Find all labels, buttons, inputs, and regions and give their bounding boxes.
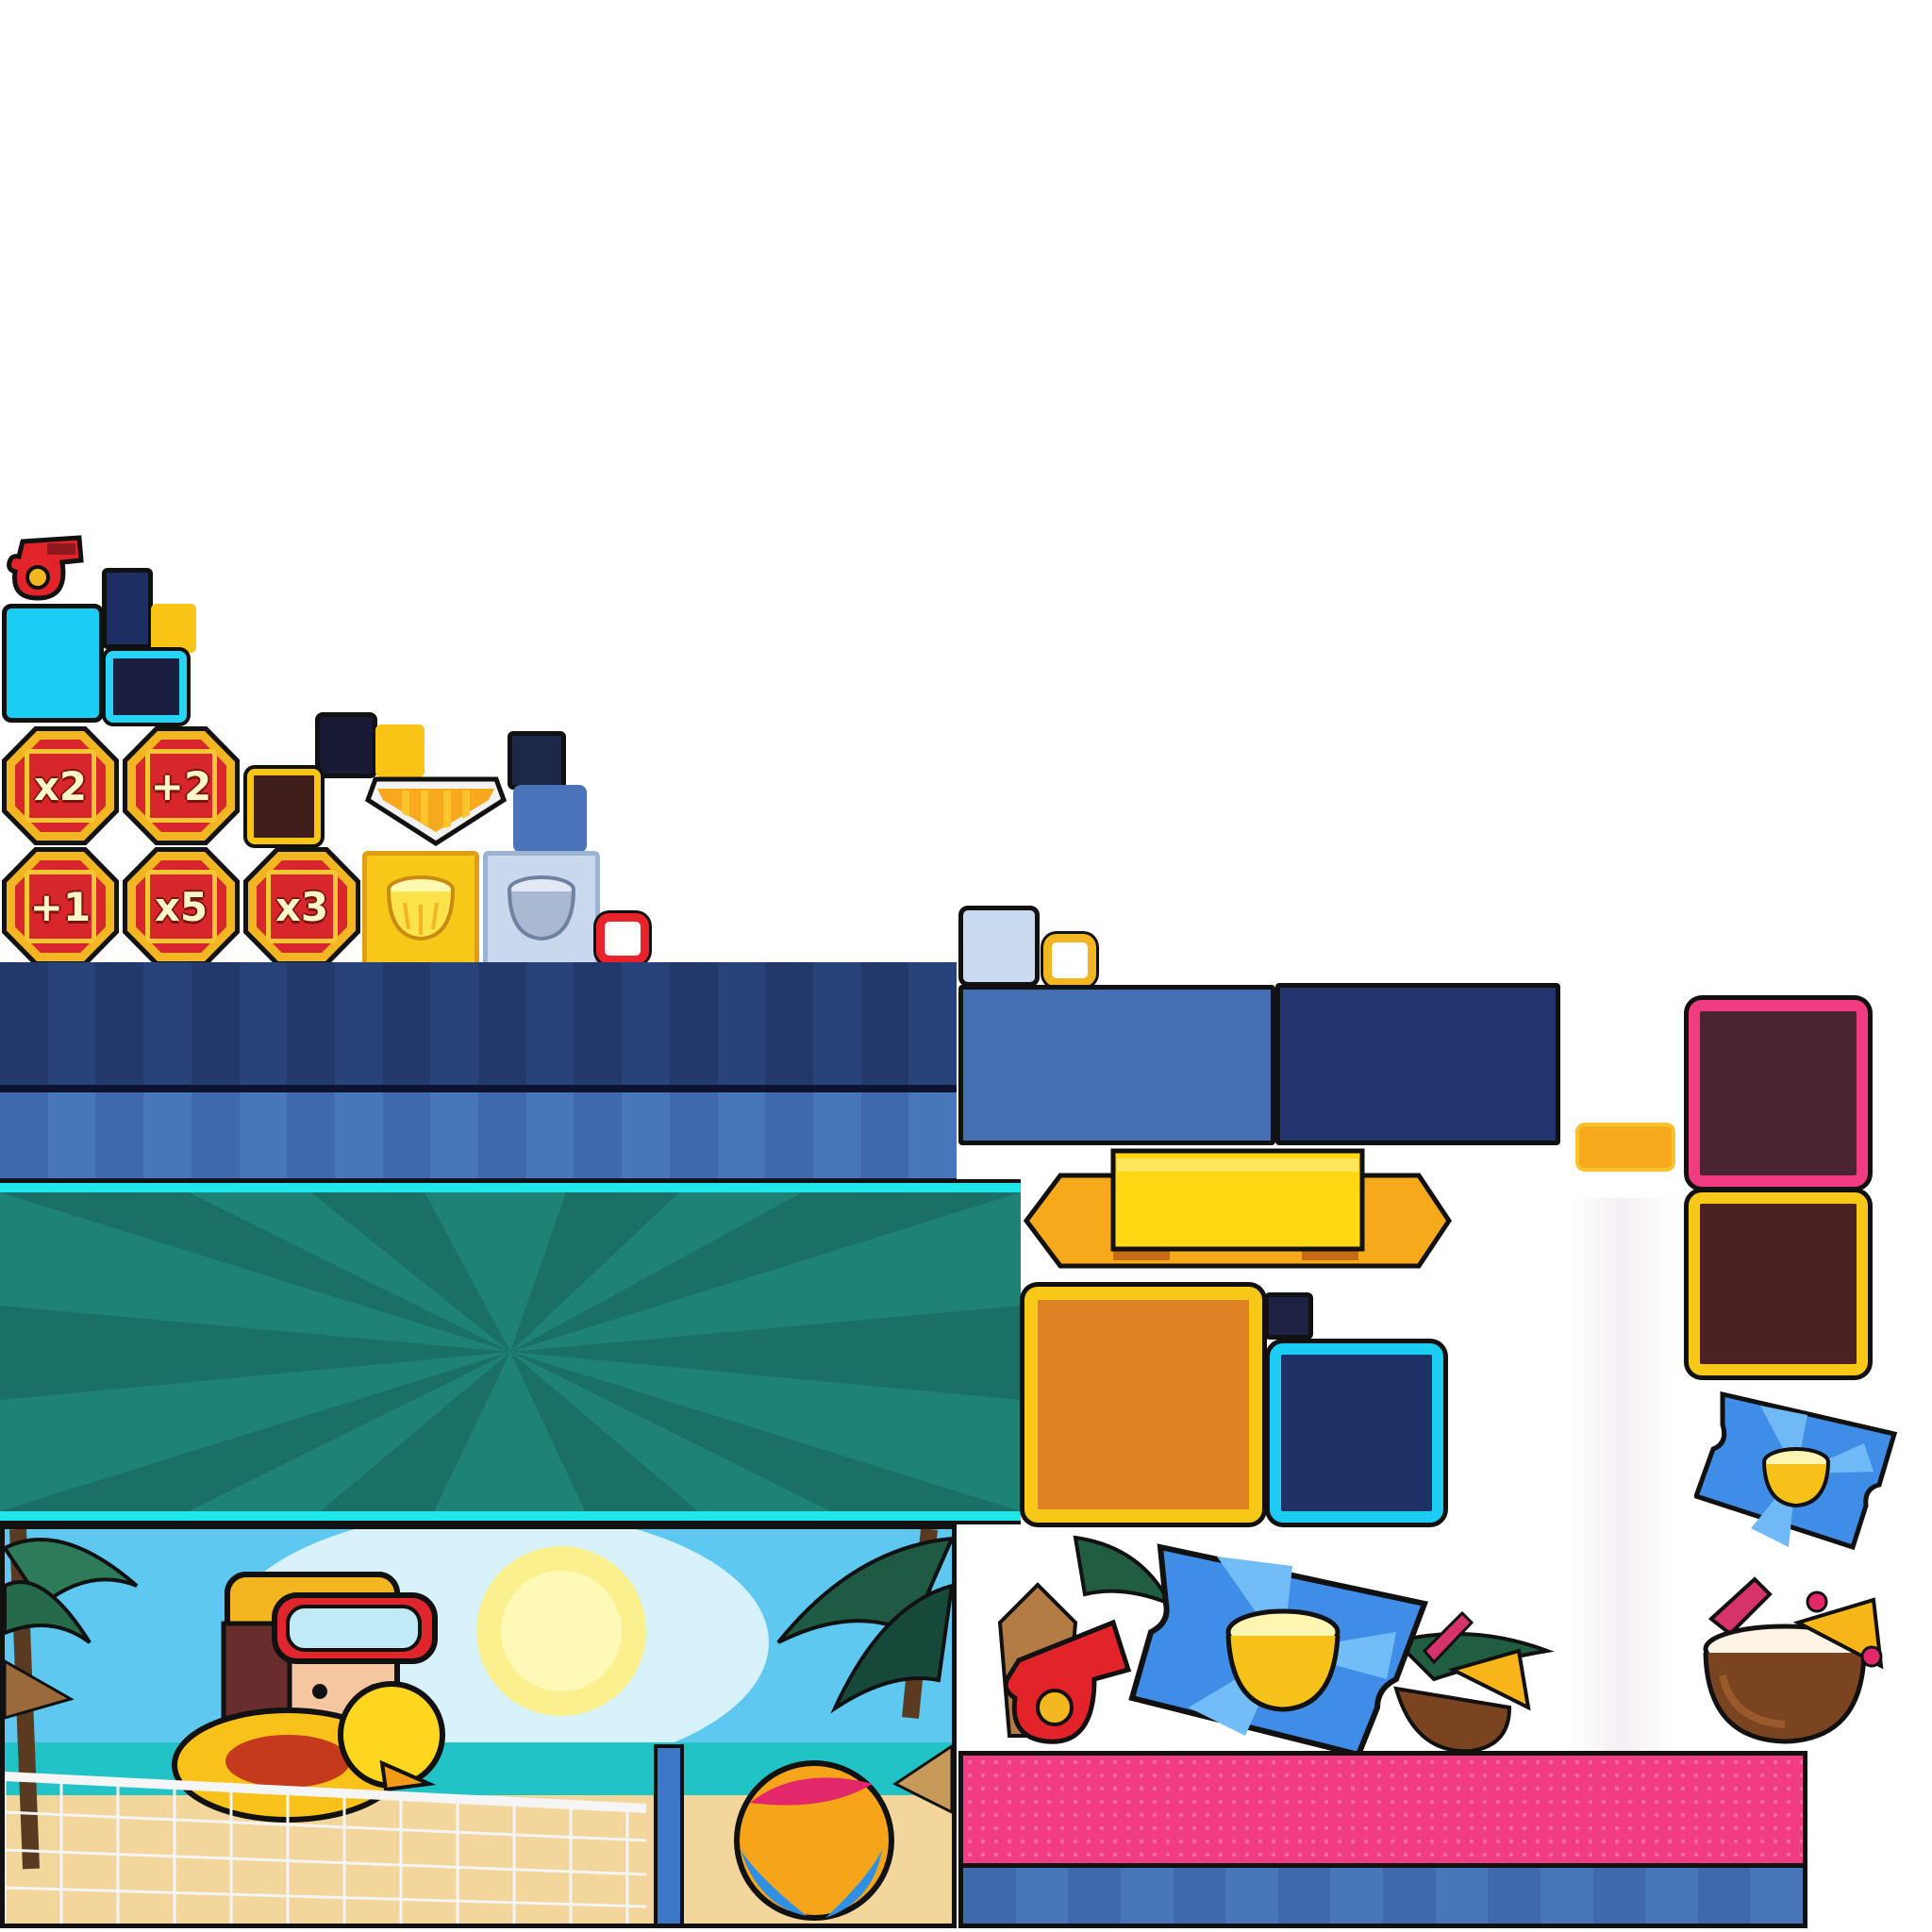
gold-ribbon-banner: [1023, 1147, 1453, 1270]
multiplier-label: +2: [150, 762, 212, 809]
multiplier-label: +1: [29, 883, 92, 930]
beach-scene-panel: [0, 1524, 957, 1928]
sun-icon: [476, 1546, 646, 1716]
frame-gold-orange: [1024, 1287, 1262, 1523]
tile-navy-tiny: [1264, 1292, 1313, 1340]
progress-tube-faint: [1568, 1198, 1677, 1755]
tile-dark-blue-small: [508, 731, 566, 790]
multiplier-label: x2: [33, 762, 88, 809]
gold-cap: [1575, 1123, 1675, 1172]
tile-gold-chip: [151, 604, 196, 653]
tile-cyan-small: [2, 604, 104, 723]
panel-blue-mid: [958, 985, 1275, 1145]
beach-ball-icon: [734, 1760, 894, 1921]
multiplier-x2-badge: x2: [2, 726, 119, 845]
multiplier-plus1-badge: +1: [2, 847, 119, 966]
tile-navy-cyan-border: [106, 651, 187, 723]
coconut-tile-locked: [483, 851, 600, 968]
frame-gold-brown: [1689, 1192, 1868, 1375]
multiplier-plus2-badge: +2: [123, 726, 240, 845]
frame-cyan-navy: [1270, 1343, 1443, 1523]
tile-navy-tall: [102, 568, 153, 649]
multiplier-label: x3: [275, 883, 329, 930]
coconut-drink-icon: [508, 875, 575, 941]
coconut-drink-icon: [1694, 1562, 1889, 1747]
navy-bar-dark: [0, 962, 958, 1089]
tile-gold-square: [375, 724, 425, 777]
multiplier-x5-badge: x5: [123, 847, 240, 966]
frame-pink-maroon: [1689, 1000, 1868, 1187]
tile-maroon-gold-border: [247, 769, 321, 844]
ring-red: [596, 913, 649, 964]
coconut-tile-gold: [362, 851, 479, 968]
navy-bar-bottom: [958, 1868, 1807, 1928]
ring-gold: [1043, 934, 1096, 987]
pink-bar: [958, 1751, 1807, 1868]
navy-bar-light: [0, 1089, 958, 1183]
tile-blue-soft: [513, 785, 587, 853]
down-arrow-banner: [364, 774, 508, 847]
tile-pale-blue: [958, 906, 1040, 987]
promo-ticket-art: [981, 1528, 1566, 1758]
ticket-icon: [1128, 1543, 1429, 1758]
multiplier-x3-badge: x3: [243, 847, 360, 966]
ticket-icon-small: [1692, 1387, 1898, 1553]
multiplier-label: x5: [154, 883, 208, 930]
teal-sunburst-panel: [0, 1183, 1021, 1521]
coconut-drink-icon: [387, 875, 455, 941]
whistle-icon-small: [4, 528, 89, 604]
tile-dark-square: [315, 712, 377, 778]
panel-blue-dark: [1275, 983, 1560, 1145]
